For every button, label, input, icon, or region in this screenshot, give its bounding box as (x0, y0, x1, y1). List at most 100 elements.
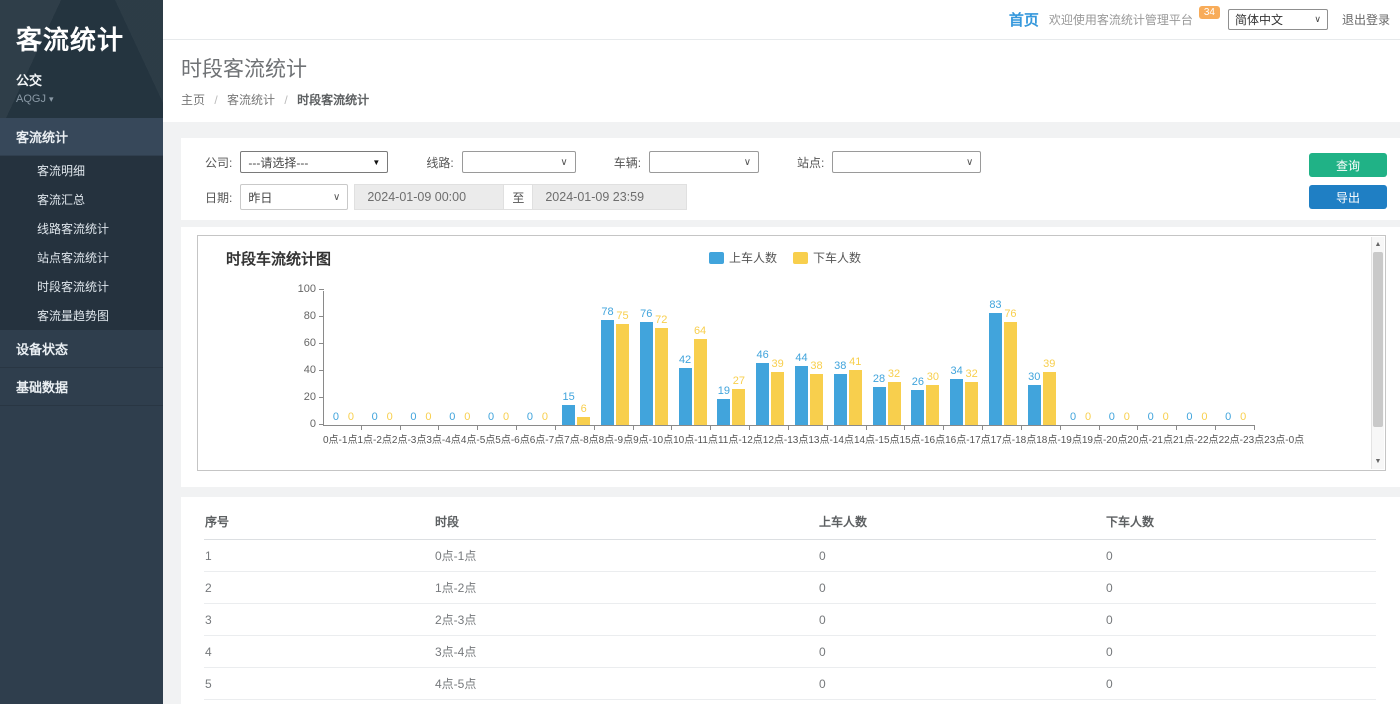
bar-column: 39 (1043, 291, 1056, 425)
breadcrumb-separator: / (214, 93, 217, 107)
bar-value-label: 0 (1124, 412, 1130, 423)
bar-column: 0 (538, 291, 551, 425)
legend-item-下车人数[interactable]: 下车人数 (793, 249, 861, 266)
legend-item-上车人数[interactable]: 上车人数 (709, 249, 777, 266)
sidebar-item-客流量趋势图[interactable]: 客流量趋势图 (0, 301, 163, 330)
org-code-dropdown[interactable]: AQGJ▾ (16, 93, 147, 105)
bar (694, 339, 707, 425)
bar (732, 389, 745, 425)
bar-column: 42 (679, 291, 692, 425)
x-axis-tick (711, 426, 750, 430)
table-header-下车人数: 下车人数 (1105, 505, 1376, 540)
bar-column: 41 (849, 291, 862, 425)
bar-value-label: 34 (951, 366, 963, 377)
company-label: 公司: (205, 154, 232, 171)
x-axis-tick-label: 5点-6点 (495, 431, 529, 446)
bar-value-label: 30 (1028, 372, 1040, 383)
x-axis-tick-label: 19点-20点 (1082, 431, 1128, 446)
scrollbar-thumb[interactable] (1373, 252, 1383, 427)
chart-scrollbar[interactable]: ▲ ▼ (1371, 237, 1384, 469)
query-button[interactable]: 查询 (1309, 153, 1387, 177)
x-axis-tick-label: 12点-13点 (763, 431, 809, 446)
bar-column: 30 (926, 291, 939, 425)
table-row: 32点-3点00 (204, 604, 1376, 636)
page-head: 时段客流统计 主页 / 客流统计 / 时段客流统计 (163, 40, 1400, 122)
date-preset-select[interactable]: 昨日∨ (240, 184, 348, 210)
breadcrumb-section[interactable]: 客流统计 (227, 93, 275, 107)
table-cell: 0 (1105, 668, 1376, 700)
bar (562, 405, 575, 425)
sidebar-item-客流汇总[interactable]: 客流汇总 (0, 185, 163, 214)
sidebar-item-设备状态[interactable]: 设备状态 (0, 330, 163, 368)
bar-group-3点-4点: 00 (440, 291, 479, 425)
bar-column: 26 (911, 291, 924, 425)
sidebar-item-基础数据[interactable]: 基础数据 (0, 368, 163, 406)
bar-column: 0 (407, 291, 420, 425)
notification-badge[interactable]: 34 (1199, 6, 1220, 19)
logout-link[interactable]: 退出登录 (1342, 11, 1390, 28)
bar-group-8点-9点: 7672 (634, 291, 673, 425)
bar-group-13点-14点: 3841 (828, 291, 867, 425)
home-link[interactable]: 首页 (1009, 9, 1039, 30)
content: 公司: ---请选择---▼ 线路: ∨ 车辆: ∨ 站点: ∨ 日期: 昨日∨… (163, 122, 1400, 704)
sidebar-item-时段客流统计[interactable]: 时段客流统计 (0, 272, 163, 301)
bar-value-label: 0 (1240, 412, 1246, 423)
sidebar-item-客流统计[interactable]: 客流统计 (0, 118, 163, 156)
bar-group-22点-23点: 00 (1178, 291, 1217, 425)
sidebar-item-站点客流统计[interactable]: 站点客流统计 (0, 243, 163, 272)
bar-group-7点-8点: 7875 (596, 291, 635, 425)
table-cell: 0 (1105, 604, 1376, 636)
scroll-up-icon[interactable]: ▲ (1372, 238, 1384, 251)
x-axis-tick-label: 23点-0点 (1264, 431, 1304, 446)
bar-value-label: 76 (640, 309, 652, 320)
bar-column: 46 (756, 291, 769, 425)
page-title: 时段客流统计 (181, 53, 1400, 83)
table-cell: 0 (818, 668, 1105, 700)
bar-column: 0 (1237, 291, 1250, 425)
main-area: 首页 欢迎使用客流统计管理平台 34 简体中文∨ 退出登录 时段客流统计 主页 … (163, 0, 1400, 704)
date-from-input[interactable]: 2024-01-09 00:00 (354, 184, 504, 210)
sidebar-item-线路客流统计[interactable]: 线路客流统计 (0, 214, 163, 243)
bar-column: 0 (523, 291, 536, 425)
x-axis-tick-label: 10点-11点 (673, 431, 718, 446)
table-row: 54点-5点00 (204, 668, 1376, 700)
bar-group-0点-1点: 00 (324, 291, 363, 425)
sidebar-item-客流明细[interactable]: 客流明细 (0, 156, 163, 185)
export-button[interactable]: 导出 (1309, 185, 1387, 209)
table-cell: 0 (818, 700, 1105, 704)
bar-column: 0 (485, 291, 498, 425)
legend-swatch-icon (709, 252, 724, 264)
bar-column: 28 (873, 291, 886, 425)
station-select[interactable]: ∨ (832, 151, 981, 173)
table-body: 10点-1点0021点-2点0032点-3点0043点-4点0054点-5点00… (204, 540, 1376, 704)
bar-group-17点-18点: 8376 (984, 291, 1023, 425)
line-select[interactable]: ∨ (462, 151, 576, 173)
welcome-text: 欢迎使用客流统计管理平台 (1049, 11, 1193, 28)
x-axis-tick (1100, 426, 1139, 430)
y-axis-tick-label: 60 (288, 337, 316, 349)
company-select[interactable]: ---请选择---▼ (240, 151, 388, 173)
bar (616, 324, 629, 425)
breadcrumb-home[interactable]: 主页 (181, 93, 205, 107)
filter-panel: 公司: ---请选择---▼ 线路: ∨ 车辆: ∨ 站点: ∨ 日期: 昨日∨… (181, 138, 1400, 220)
x-axis-tick (634, 426, 673, 430)
table-row: 65点-6点00 (204, 700, 1376, 704)
x-axis-tick-label: 6点-7点 (530, 431, 564, 446)
bar-column: 0 (344, 291, 357, 425)
y-axis-tick (319, 424, 324, 425)
table-cell: 0 (818, 636, 1105, 668)
date-to-input[interactable]: 2024-01-09 23:59 (532, 184, 687, 210)
bar-value-label: 83 (989, 300, 1001, 311)
bar-column: 76 (640, 291, 653, 425)
bar-group-5点-6点: 00 (518, 291, 557, 425)
x-axis-tick-label: 2点-3点 (392, 431, 426, 446)
table-cell: 3点-4点 (434, 636, 818, 668)
language-select[interactable]: 简体中文∨ (1228, 9, 1328, 30)
vehicle-select[interactable]: ∨ (649, 151, 759, 173)
scroll-down-icon[interactable]: ▼ (1372, 455, 1384, 468)
y-axis-tick (319, 370, 324, 371)
bar-value-label: 64 (694, 326, 706, 337)
x-axis-tick-label: 13点-14点 (808, 431, 854, 446)
bar (810, 374, 823, 425)
bar-value-label: 27 (733, 376, 745, 387)
